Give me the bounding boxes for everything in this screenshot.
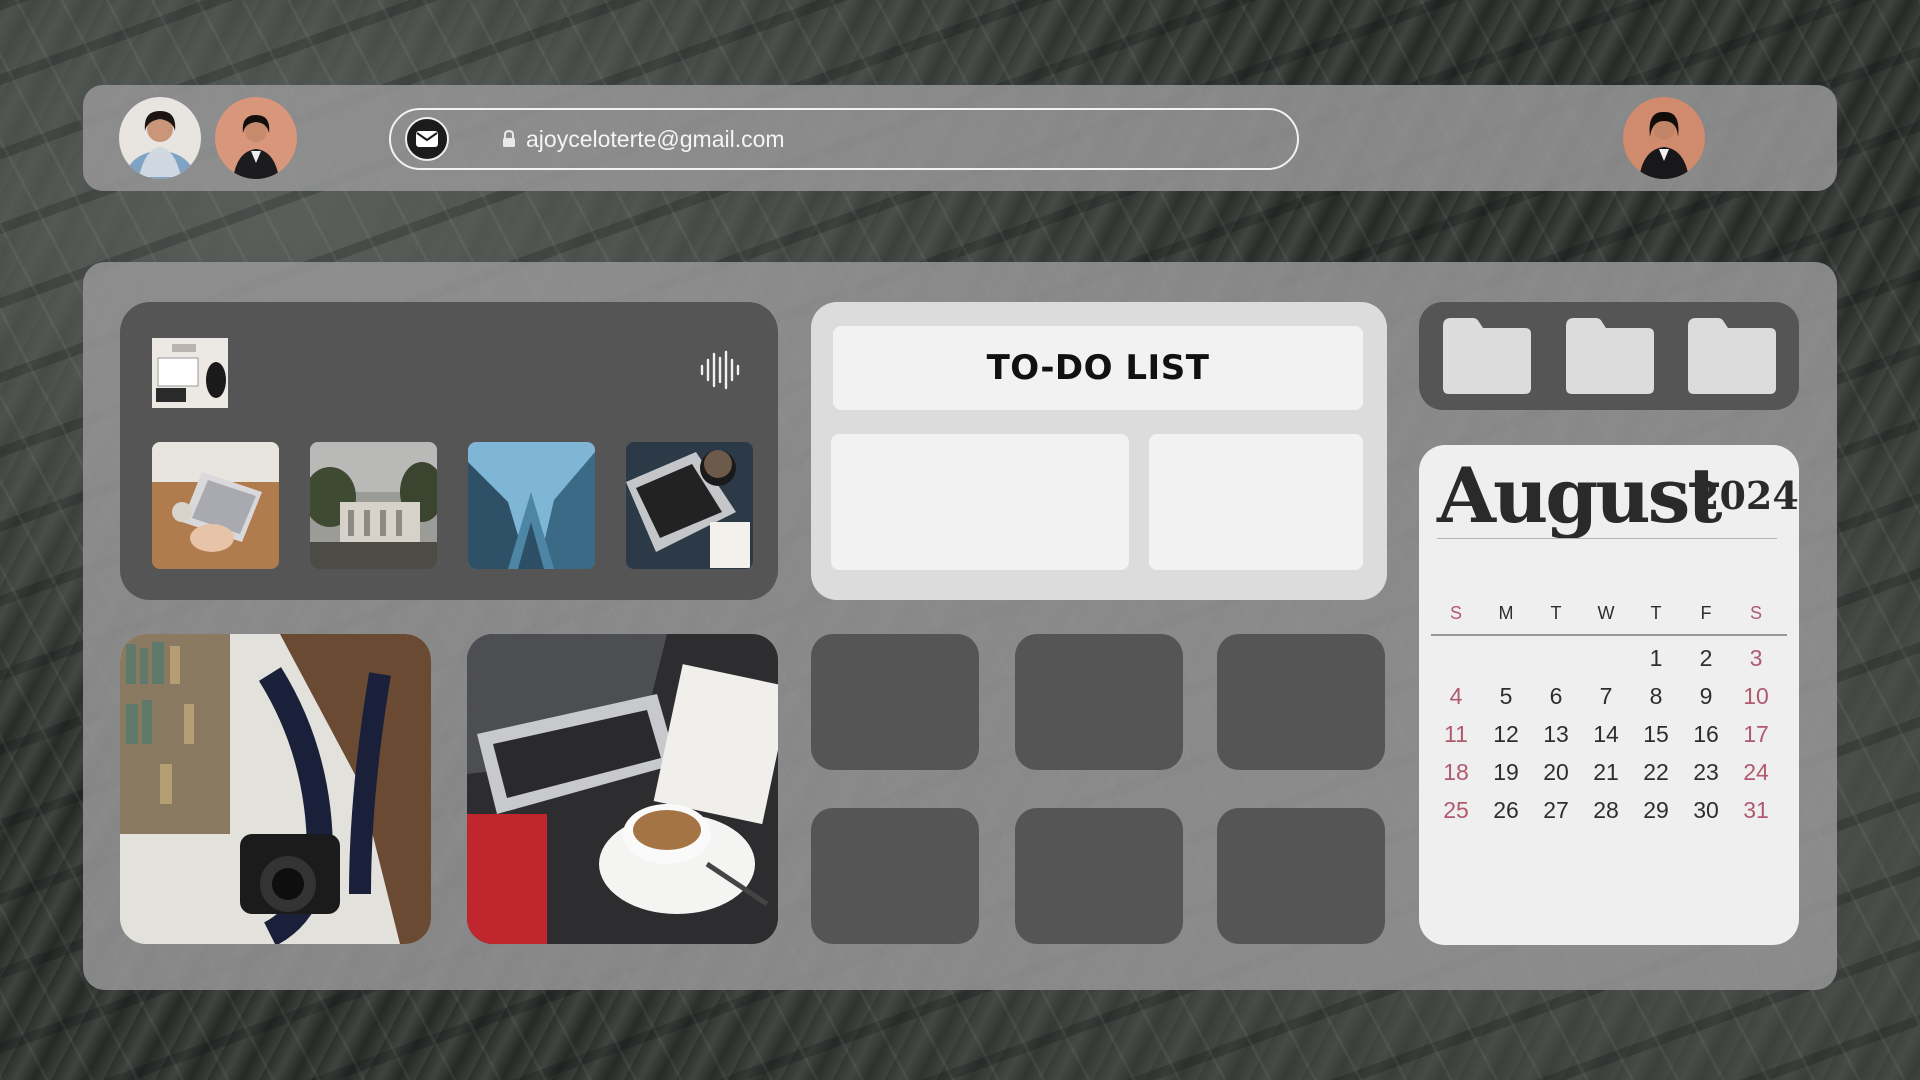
calendar-weekday-label: T (1550, 603, 1562, 623)
mail-icon[interactable] (405, 117, 449, 161)
calendar-day[interactable]: 15 (1631, 721, 1681, 748)
calendar-day[interactable]: 20 (1531, 759, 1581, 786)
calendar-day[interactable]: 27 (1531, 797, 1581, 824)
todo-title-box: TO-DO LIST (833, 326, 1363, 410)
calendar-day[interactable]: 28 (1581, 797, 1631, 824)
photo-camera-library[interactable] (120, 634, 431, 944)
calendar-day[interactable]: 11 (1431, 721, 1481, 748)
calendar-day[interactable]: 14 (1581, 721, 1631, 748)
calendar-day[interactable]: 7 (1581, 683, 1631, 710)
calendar-day[interactable]: 21 (1581, 759, 1631, 786)
calendar-day[interactable]: 8 (1631, 683, 1681, 710)
calendar-day[interactable]: 24 (1731, 759, 1781, 786)
calendar-weekday-label: S (1449, 603, 1462, 623)
calendar-day[interactable]: 13 (1531, 721, 1581, 748)
gallery-image-skyscrapers[interactable] (468, 442, 595, 569)
lock-icon (503, 130, 515, 147)
app-tile[interactable] (1217, 634, 1385, 770)
calendar-day[interactable]: 22 (1631, 759, 1681, 786)
todo-box-left[interactable] (831, 434, 1129, 570)
calendar-day[interactable]: 30 (1681, 797, 1731, 824)
calendar-day[interactable]: 6 (1531, 683, 1581, 710)
calendar-day[interactable]: 9 (1681, 683, 1731, 710)
calendar-day[interactable]: 5 (1481, 683, 1531, 710)
media-widget (120, 302, 778, 600)
calendar-day[interactable]: 18 (1431, 759, 1481, 786)
calendar-day[interactable]: 1 (1631, 645, 1681, 672)
app-tile[interactable] (1015, 808, 1183, 944)
calendar-day[interactable]: 3 (1731, 645, 1781, 672)
calendar-divider (1437, 538, 1777, 539)
folder-icon[interactable] (1562, 316, 1656, 396)
gallery-image-palace[interactable] (310, 442, 437, 569)
calendar-year: 2024 (1693, 473, 1799, 518)
app-tile[interactable] (811, 634, 979, 770)
folders-widget (1419, 302, 1799, 410)
calendar-month: August (1437, 451, 1723, 540)
main-dashboard-panel: TO-DO LIST August 2024 SMTWTFS1234567891… (83, 262, 1837, 990)
folder-icon[interactable] (1439, 316, 1533, 396)
email-address-field[interactable]: ajoyceloterte@gmail.com (389, 108, 1299, 170)
email-address-text: ajoyceloterte@gmail.com (526, 126, 785, 152)
calendar-day[interactable]: 29 (1631, 797, 1681, 824)
top-bar: ajoyceloterte@gmail.com (83, 85, 1837, 191)
gallery-image-laptop-coffee[interactable] (626, 442, 753, 569)
app-tile[interactable] (1217, 808, 1385, 944)
calendar-weekday-label: T (1650, 603, 1662, 623)
calendar-weekday-label: M (1498, 603, 1514, 623)
avatar-saree[interactable] (119, 97, 201, 179)
avatar-blazer[interactable] (215, 97, 297, 179)
app-tile[interactable] (811, 808, 979, 944)
todo-list-widget: TO-DO LIST (811, 302, 1387, 600)
calendar-day[interactable]: 23 (1681, 759, 1731, 786)
calendar-header-divider (1431, 634, 1787, 636)
photo-laptop-espresso[interactable] (467, 634, 778, 944)
sound-wave-icon[interactable] (698, 350, 740, 390)
calendar-day[interactable]: 12 (1481, 721, 1531, 748)
calendar-day[interactable]: 10 (1731, 683, 1781, 710)
calendar-day[interactable]: 25 (1431, 797, 1481, 824)
desk-thumbnail[interactable] (152, 338, 228, 408)
calendar-day[interactable]: 2 (1681, 645, 1731, 672)
todo-box-right[interactable] (1149, 434, 1363, 570)
calendar-day[interactable]: 31 (1731, 797, 1781, 824)
calendar-weekday-label: F (1700, 603, 1712, 623)
calendar-day[interactable]: 17 (1731, 721, 1781, 748)
calendar-weekday-label: W (1597, 603, 1615, 623)
calendar-day[interactable]: 26 (1481, 797, 1531, 824)
calendar-day[interactable]: 16 (1681, 721, 1731, 748)
folder-icon[interactable] (1684, 316, 1778, 396)
avatar-profile[interactable] (1623, 97, 1705, 179)
calendar-day[interactable]: 19 (1481, 759, 1531, 786)
calendar-weekday-label: S (1749, 603, 1762, 623)
todo-title: TO-DO LIST (986, 348, 1210, 388)
calendar-widget: August 2024 S M T W T F S 1 2 3 4 5 6 7 8 9 10 11 12 13 14 15… (1419, 445, 1799, 945)
calendar-day[interactable]: 4 (1431, 683, 1481, 710)
app-tile[interactable] (1015, 634, 1183, 770)
gallery-image-laptop-desk[interactable] (152, 442, 279, 569)
